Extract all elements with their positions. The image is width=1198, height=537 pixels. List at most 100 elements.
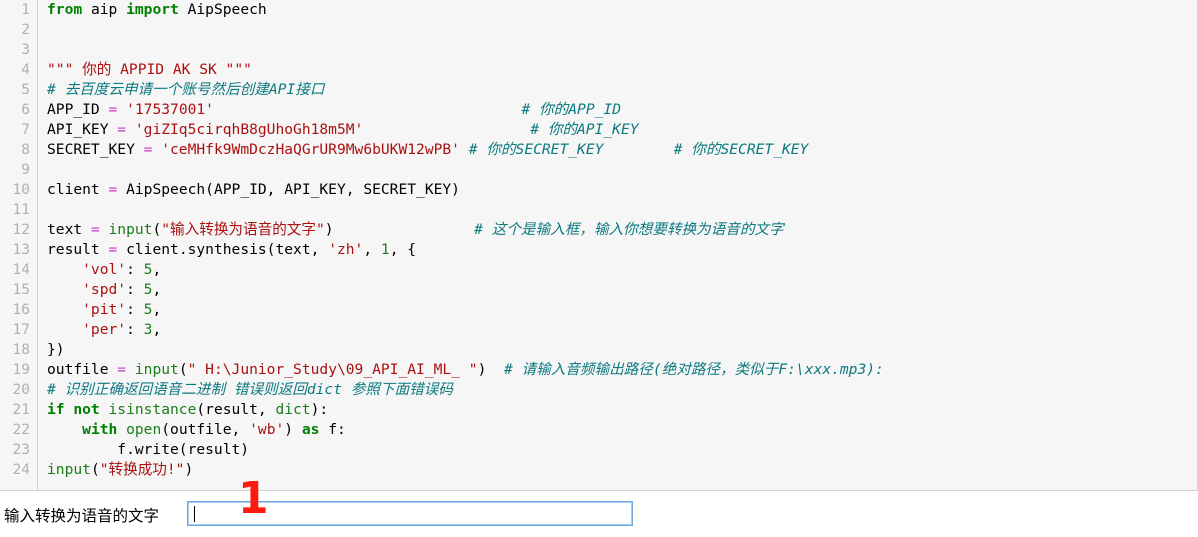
token-plain: client.synthesis(text, xyxy=(117,241,329,258)
line-number: 1 xyxy=(21,2,30,18)
line-number: 11 xyxy=(12,202,30,218)
token-plain: outfile xyxy=(47,361,118,378)
token-plain: ) xyxy=(184,461,194,478)
token-plain: , xyxy=(363,241,381,258)
token-operator: = xyxy=(90,221,100,238)
code-line-5: # 去百度云申请一个账号然后创建API接口 xyxy=(47,80,1197,100)
token-plain: , xyxy=(152,301,162,318)
line-number: 5 xyxy=(21,82,30,98)
token-operator: = xyxy=(117,361,127,378)
token-plain: ): xyxy=(310,401,329,418)
token-plain: ( xyxy=(178,361,188,378)
token-comment: # 你的APP_ID xyxy=(521,101,621,118)
code-line-1: from aip import AipSpeech xyxy=(47,0,1197,20)
token-builtin: input xyxy=(47,461,91,478)
line-number: 10 xyxy=(12,182,30,198)
line-number: 9 xyxy=(21,162,30,178)
token-keyword: from xyxy=(47,1,83,18)
line-number: 8 xyxy=(21,142,30,158)
line-number: 21 xyxy=(12,402,30,418)
token-string: 'zh' xyxy=(328,241,364,258)
token-keyword: if not xyxy=(47,401,100,418)
token-builtin: dict xyxy=(275,401,311,418)
token-builtin: input xyxy=(126,361,179,378)
token-string: " H:\Junior_Study\09_API_AI_ML_ " xyxy=(187,361,478,378)
token-string: 'ceMHfk9WmDczHaQGrUR9Mw6bUKW12wPB' xyxy=(152,141,460,158)
token-plain: AipSpeech xyxy=(178,1,267,18)
line-number: 14 xyxy=(12,262,30,278)
line-number: 2 xyxy=(21,22,30,38)
line-number: 24 xyxy=(12,462,30,478)
token-string: 'vol' xyxy=(47,261,127,278)
token-plain: ) xyxy=(324,221,334,238)
token-operator: = xyxy=(108,101,118,118)
token-plain: (outfile, xyxy=(161,421,250,438)
line-number: 22 xyxy=(12,422,30,438)
token-comment: # 这个是输入框，输入你想要转换为语音的文字 xyxy=(474,221,784,238)
code-line-10: client = AipSpeech(APP_ID, API_KEY, SECR… xyxy=(47,180,1197,200)
token-plain: aip xyxy=(82,1,127,18)
token-plain: : xyxy=(126,301,144,318)
code-line-6: APP_ID = '17537001' # 你的APP_ID xyxy=(47,100,1197,120)
token-string: 'per' xyxy=(47,321,127,338)
code-line-14: 'vol': 5, xyxy=(47,260,1197,280)
line-number: 23 xyxy=(12,442,30,458)
code-line-15: 'spd': 5, xyxy=(47,280,1197,300)
code-line-16: 'pit': 5, xyxy=(47,300,1197,320)
line-number-gutter: 1 2 3 4 5 6 7 8 9 10 11 12 13 14 15 16 1… xyxy=(0,0,38,490)
code-line-19: outfile = input(" H:\Junior_Study\09_API… xyxy=(47,360,1197,380)
text-caret xyxy=(194,506,195,522)
token-comment: # 识别正确返回语音二进制 错误则返回dict 参照下面错误码 xyxy=(47,381,453,398)
code-line-12: text = input("输入转换为语音的文字") # 这个是输入框，输入你想… xyxy=(47,220,1197,240)
token-plain: client xyxy=(47,181,109,198)
token-plain: ( xyxy=(152,221,162,238)
token-plain: ( xyxy=(90,461,100,478)
code-content-area[interactable]: from aip import AipSpeech """ 你的 APPID A… xyxy=(39,0,1197,490)
token-operator: = xyxy=(108,181,118,198)
code-line-8: SECRET_KEY = 'ceMHfk9WmDczHaQGrUR9Mw6bUK… xyxy=(47,140,1197,160)
token-plain: text xyxy=(47,221,91,238)
code-editor-panel[interactable]: 1 2 3 4 5 6 7 8 9 10 11 12 13 14 15 16 1… xyxy=(0,0,1198,491)
code-line-23: f.write(result) xyxy=(47,440,1197,460)
token-plain: }) xyxy=(47,341,65,358)
code-line-24: input("转换成功!") xyxy=(47,460,1197,480)
code-line-22: with open(outfile, 'wb') as f: xyxy=(47,420,1197,440)
token-string: 'pit' xyxy=(47,301,127,318)
token-comment: # 请输入音频输出路径(绝对路径，类似于F:\xxx.mp3): xyxy=(503,361,884,378)
token-plain: (result, xyxy=(196,401,276,418)
token-operator: = xyxy=(117,121,127,138)
token-builtin: input xyxy=(99,221,153,238)
token-docstring: """ 你的 APPID AK SK """ xyxy=(47,61,252,78)
line-number: 7 xyxy=(21,122,30,138)
token-string: "转换成功!" xyxy=(99,461,185,478)
token-string: "输入转换为语音的文字" xyxy=(161,221,325,238)
token-comment: # 你的API_KEY xyxy=(530,121,639,138)
token-comment: # 去百度云申请一个账号然后创建API接口 xyxy=(47,81,325,98)
token-plain: ) xyxy=(284,421,302,438)
token-plain: APP_ID xyxy=(47,101,109,118)
prompt-label: 输入转换为语音的文字 xyxy=(4,507,160,525)
line-number: 13 xyxy=(12,242,30,258)
token-plain: f: xyxy=(319,421,346,438)
code-line-4: """ 你的 APPID AK SK """ xyxy=(47,60,1197,80)
line-number: 17 xyxy=(12,322,30,338)
token-plain: SECRET_KEY xyxy=(47,141,144,158)
token-keyword: import xyxy=(126,1,179,18)
line-number: 4 xyxy=(21,62,30,78)
token-plain: : xyxy=(126,321,144,338)
code-line-13: result = client.synthesis(text, 'zh', 1,… xyxy=(47,240,1197,260)
token-plain: , xyxy=(152,261,162,278)
line-number: 18 xyxy=(12,342,30,358)
token-comment: # 你的SECRET_KEY xyxy=(673,141,809,158)
token-plain: , xyxy=(152,281,162,298)
code-line-20: # 识别正确返回语音二进制 错误则返回dict 参照下面错误码 xyxy=(47,380,1197,400)
code-line-7: API_KEY = 'giZIq5cirqhB8gUhoGh18m5M' # 你… xyxy=(47,120,1197,140)
